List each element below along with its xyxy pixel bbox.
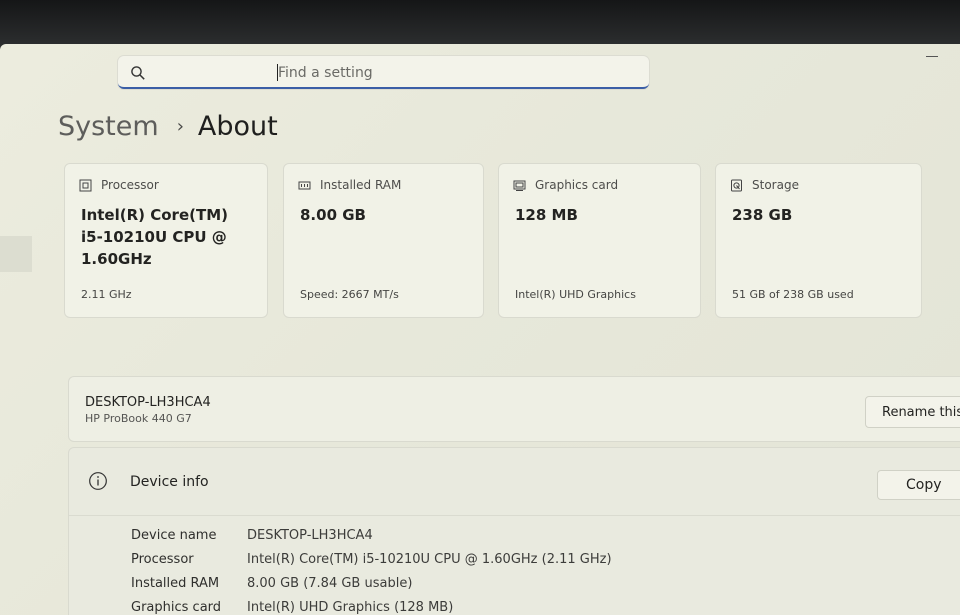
graphics-card-card: Graphics card 128 MB Intel(R) UHD Graphi… bbox=[498, 163, 701, 318]
device-info-title: Device info bbox=[130, 474, 209, 490]
copy-button[interactable]: Copy bbox=[877, 470, 960, 500]
spec-key: Installed RAM bbox=[131, 576, 220, 591]
card-value: 128 MB bbox=[515, 206, 578, 224]
info-icon bbox=[89, 472, 107, 490]
spec-row: Processor Intel(R) Core(TM) i5-10210U CP… bbox=[131, 552, 612, 572]
card-header: Processor bbox=[79, 178, 159, 192]
page-title: About bbox=[197, 110, 278, 142]
card-detail: Intel(R) UHD Graphics bbox=[515, 288, 636, 301]
rename-pc-button[interactable]: Rename this bbox=[865, 396, 960, 428]
chevron-right-icon: › bbox=[176, 115, 184, 137]
ram-card: Installed RAM 8.00 GB Speed: 2667 MT/s bbox=[283, 163, 484, 318]
spec-value: DESKTOP-LH3HCA4 bbox=[247, 528, 373, 543]
spec-value: 8.00 GB (7.84 GB usable) bbox=[247, 576, 413, 591]
card-header: Graphics card bbox=[513, 178, 618, 192]
ram-icon bbox=[298, 181, 311, 189]
spec-key: Graphics card bbox=[131, 600, 222, 615]
card-header: Storage bbox=[730, 178, 799, 192]
processor-icon bbox=[79, 179, 92, 191]
spec-row: Installed RAM 8.00 GB (7.84 GB usable) bbox=[131, 576, 412, 596]
card-detail: 2.11 GHz bbox=[81, 288, 132, 301]
breadcrumb: System › About bbox=[58, 108, 278, 144]
spec-value: Intel(R) UHD Graphics (128 MB) bbox=[247, 600, 454, 615]
card-title: Installed RAM bbox=[320, 178, 402, 192]
device-info-section: Device info Copy Device name DESKTOP-LH3… bbox=[68, 447, 960, 615]
search-input[interactable] bbox=[278, 62, 638, 83]
spec-key: Device name bbox=[131, 528, 217, 543]
card-detail: 51 GB of 238 GB used bbox=[732, 288, 854, 301]
spec-row: Graphics card Intel(R) UHD Graphics (128… bbox=[131, 600, 453, 615]
card-header: Installed RAM bbox=[298, 178, 401, 192]
processor-card: Processor Intel(R) Core(TM) i5-10210U CP… bbox=[64, 163, 268, 318]
device-rename-section: DESKTOP-LH3HCA4 HP ProBook 440 G7 Rename… bbox=[68, 376, 960, 442]
search-box[interactable] bbox=[118, 56, 649, 89]
card-title: Storage bbox=[752, 178, 799, 192]
breadcrumb-system[interactable]: System bbox=[58, 111, 159, 142]
device-model: HP ProBook 440 G7 bbox=[85, 412, 192, 425]
card-value: 8.00 GB bbox=[300, 206, 366, 224]
card-detail: Speed: 2667 MT/s bbox=[300, 288, 399, 301]
storage-card: Storage 238 GB 51 GB of 238 GB used bbox=[715, 163, 922, 318]
graphics-card-icon bbox=[513, 180, 526, 191]
spec-value: Intel(R) Core(TM) i5-10210U CPU @ 1.60GH… bbox=[247, 552, 612, 567]
spec-key: Processor bbox=[131, 552, 194, 567]
card-title: Graphics card bbox=[535, 178, 619, 192]
card-value: Intel(R) Core(TM) i5-10210U CPU @ 1.60GH… bbox=[81, 206, 228, 268]
storage-icon bbox=[731, 179, 742, 191]
screen-bezel bbox=[0, 0, 960, 46]
card-value: 238 GB bbox=[732, 206, 793, 224]
minimize-button[interactable] bbox=[926, 56, 938, 57]
card-title: Processor bbox=[101, 178, 159, 192]
search-icon bbox=[131, 66, 145, 80]
nav-pane-edge[interactable] bbox=[0, 236, 32, 272]
device-info-header[interactable]: Device info Copy bbox=[69, 448, 960, 516]
device-name: DESKTOP-LH3HCA4 bbox=[85, 395, 211, 410]
spec-row: Device name DESKTOP-LH3HCA4 bbox=[131, 528, 373, 548]
